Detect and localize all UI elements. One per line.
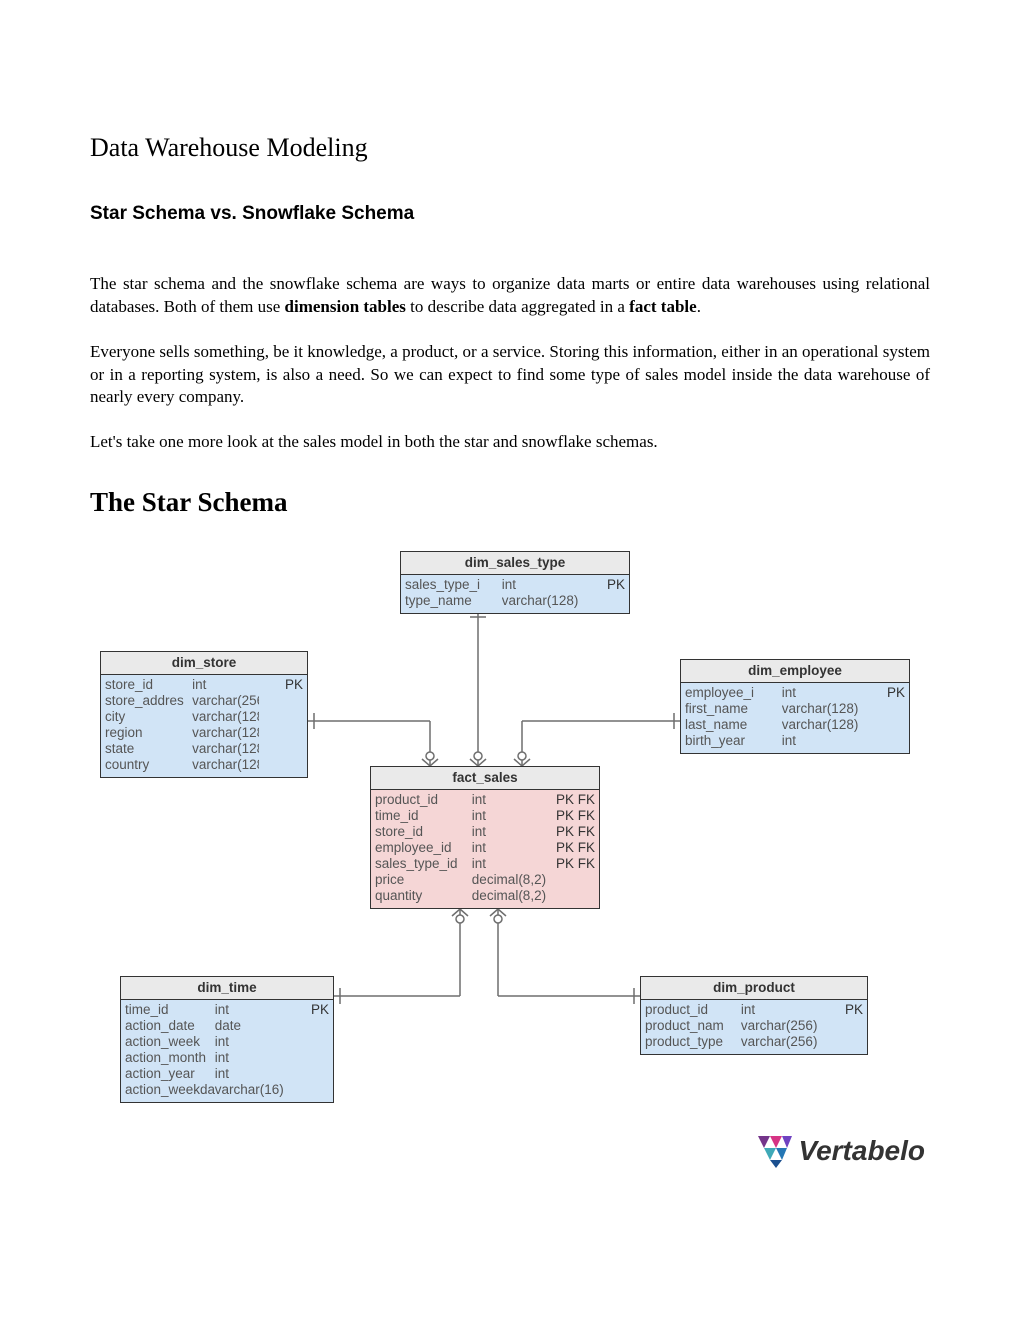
entity-dim-employee: dim_employee employee_iintPKfirst_nameva… bbox=[680, 659, 910, 754]
table-row: store_idintPK bbox=[105, 677, 303, 693]
table-row: product_idintPK FK bbox=[375, 792, 595, 808]
table-row: store_idintPK FK bbox=[375, 824, 595, 840]
entity-dim-product: dim_product product_idintPKproduct_namva… bbox=[640, 976, 868, 1055]
entity-body: time_idintPKaction_datedateaction_weekin… bbox=[121, 1000, 333, 1102]
table-row: statevarchar(128) bbox=[105, 741, 303, 757]
entity-dim-sales-type: dim_sales_type sales_type_iintPKtype_nam… bbox=[400, 551, 630, 614]
logo-icon bbox=[756, 1134, 794, 1168]
logo-text: Vertabelo bbox=[798, 1132, 925, 1170]
table-row: employee_idintPK FK bbox=[375, 840, 595, 856]
table-row: pricedecimal(8,2) bbox=[375, 872, 595, 888]
schema-heading: The Star Schema bbox=[90, 484, 930, 520]
entity-body: employee_iintPKfirst_namevarchar(128)las… bbox=[681, 683, 909, 753]
table-row: birth_yearint bbox=[685, 733, 905, 749]
table-row: first_namevarchar(128) bbox=[685, 701, 905, 717]
entity-fact-sales: fact_sales product_idintPK FKtime_idintP… bbox=[370, 766, 600, 909]
table-row: sales_type_iintPK bbox=[405, 577, 625, 593]
entity-header: dim_product bbox=[641, 977, 867, 1000]
table-row: type_namevarchar(128) bbox=[405, 593, 625, 609]
table-row: quantitydecimal(8,2) bbox=[375, 888, 595, 904]
table-row: countryvarchar(128) bbox=[105, 757, 303, 773]
table-row: action_monthint bbox=[125, 1050, 329, 1066]
table-row: time_idintPK bbox=[125, 1002, 329, 1018]
vertabelo-logo: Vertabelo bbox=[756, 1132, 925, 1170]
bold-text: dimension tables bbox=[285, 297, 406, 316]
entity-body: sales_type_iintPKtype_namevarchar(128) bbox=[401, 575, 629, 613]
entity-dim-store: dim_store store_idintPKstore_addresvarch… bbox=[100, 651, 308, 778]
table-row: product_typevarchar(256) bbox=[645, 1034, 863, 1050]
table-row: employee_iintPK bbox=[685, 685, 905, 701]
table-row: store_addresvarchar(256) bbox=[105, 693, 303, 709]
table-row: regionvarchar(128) bbox=[105, 725, 303, 741]
page-title: Data Warehouse Modeling bbox=[90, 130, 930, 165]
bold-text: fact table bbox=[629, 297, 697, 316]
table-row: action_datedate bbox=[125, 1018, 329, 1034]
entity-header: dim_time bbox=[121, 977, 333, 1000]
entity-header: dim_store bbox=[101, 652, 307, 675]
table-row: product_namvarchar(256) bbox=[645, 1018, 863, 1034]
table-row: time_idintPK FK bbox=[375, 808, 595, 824]
entity-header: dim_sales_type bbox=[401, 552, 629, 575]
text: to describe data aggregated in a bbox=[406, 297, 629, 316]
entity-header: fact_sales bbox=[371, 767, 599, 790]
entity-header: dim_employee bbox=[681, 660, 909, 683]
paragraph-2: Everyone sells something, be it knowledg… bbox=[90, 341, 930, 410]
entity-body: product_idintPKproduct_namvarchar(256)pr… bbox=[641, 1000, 867, 1054]
star-schema-diagram: dim_sales_type sales_type_iintPKtype_nam… bbox=[90, 551, 920, 1141]
table-row: last_namevarchar(128) bbox=[685, 717, 905, 733]
text: . bbox=[697, 297, 701, 316]
paragraph-3: Let's take one more look at the sales mo… bbox=[90, 431, 930, 454]
entity-body: product_idintPK FKtime_idintPK FKstore_i… bbox=[371, 790, 599, 908]
section-heading: Star Schema vs. Snowflake Schema bbox=[90, 201, 930, 227]
table-row: action_yearint bbox=[125, 1066, 329, 1082]
table-row: sales_type_idintPK FK bbox=[375, 856, 595, 872]
entity-body: store_idintPKstore_addresvarchar(256)cit… bbox=[101, 675, 307, 777]
table-row: action_weekdavarchar(16) bbox=[125, 1082, 329, 1098]
table-row: cityvarchar(128) bbox=[105, 709, 303, 725]
paragraph-1: The star schema and the snowflake schema… bbox=[90, 273, 930, 319]
table-row: action_weekint bbox=[125, 1034, 329, 1050]
table-row: product_idintPK bbox=[645, 1002, 863, 1018]
entity-dim-time: dim_time time_idintPKaction_datedateacti… bbox=[120, 976, 334, 1103]
